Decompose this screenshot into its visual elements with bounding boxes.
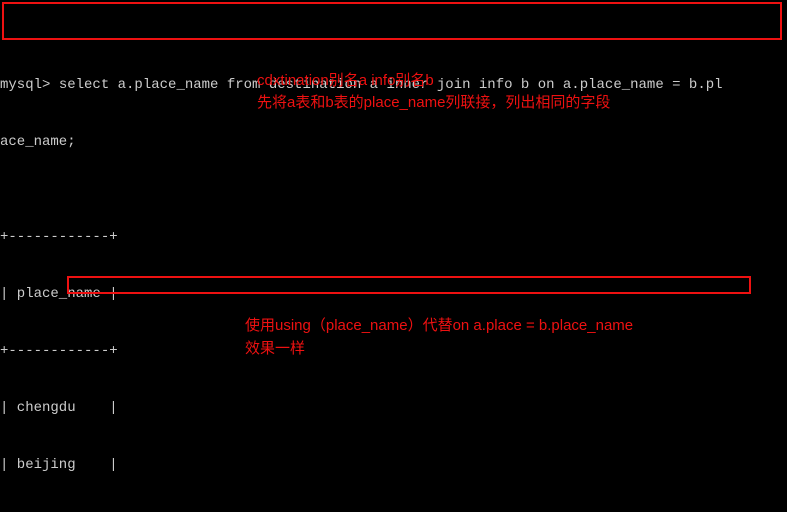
highlight-box-query1 [2, 2, 782, 40]
mysql-terminal[interactable]: mysql> select a.place_name from destinat… [0, 0, 787, 512]
table-row: | beijing | [0, 456, 787, 475]
annotation-2-line1: 使用using（place_name）代替on a.place = b.plac… [245, 315, 633, 337]
mysql-prompt: mysql> [0, 77, 50, 93]
annotation-1-line2: 先将a表和b表的place_name列联接，列出相同的字段 [257, 92, 610, 114]
table-row: | chengdu | [0, 399, 787, 418]
table-border-top: +------------+ [0, 228, 787, 247]
table-border-mid: +------------+ [0, 342, 787, 361]
query-1-part2: ace_name; [0, 133, 787, 152]
query-1-part1: select a.place_name from destination a i… [50, 77, 722, 93]
table-header: | place_name | [0, 285, 787, 304]
